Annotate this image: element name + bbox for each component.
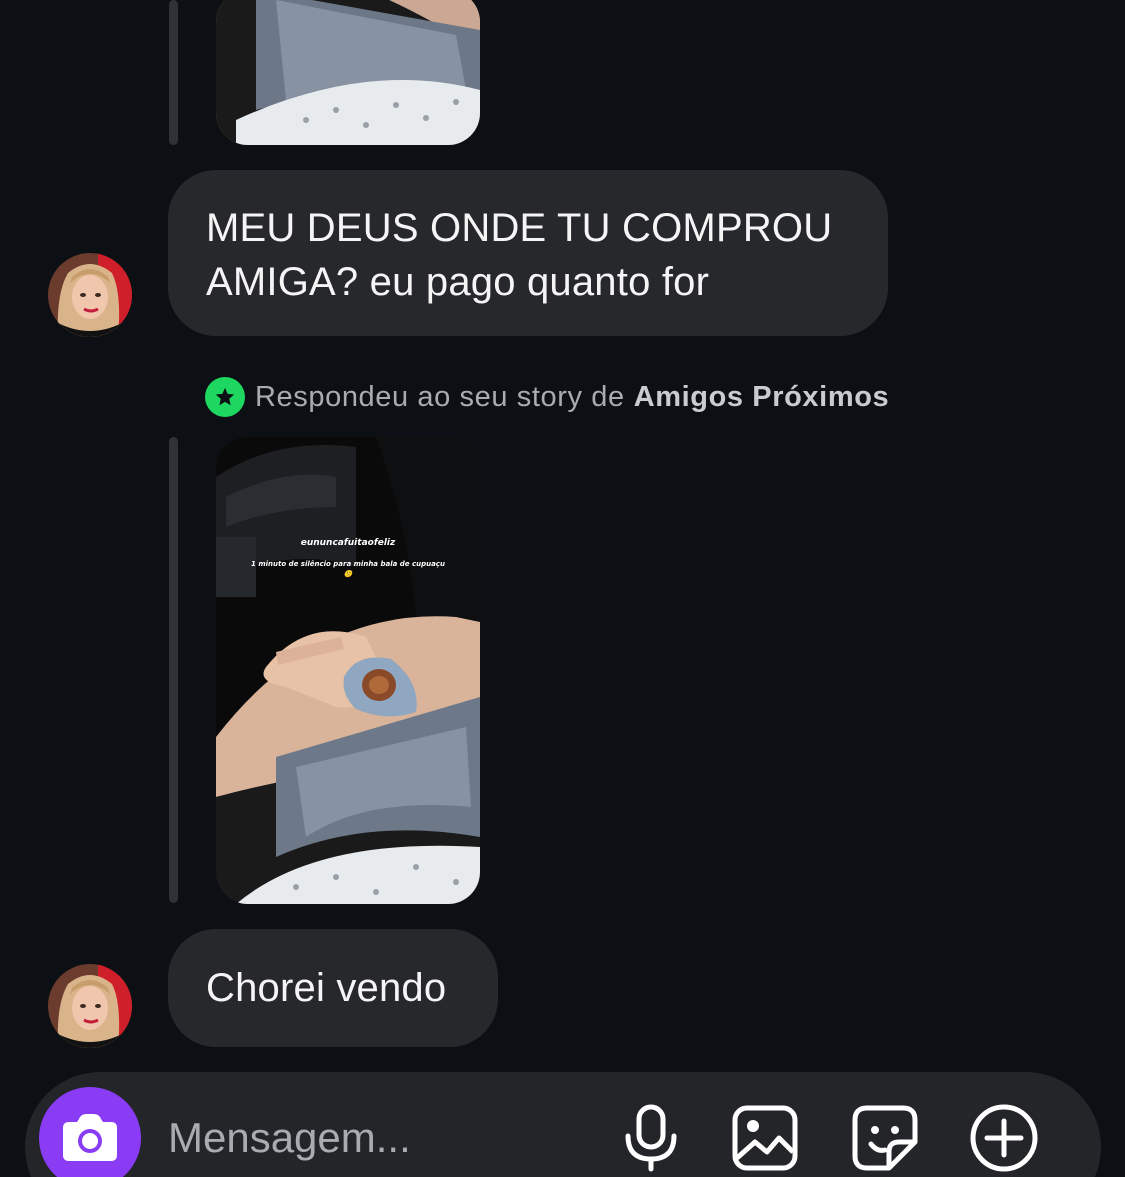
- story-reply-prefix: Respondeu ao seu story de: [255, 380, 625, 413]
- sender-avatar[interactable]: [48, 253, 132, 337]
- microphone-button[interactable]: [616, 1103, 686, 1173]
- story-thumbnail[interactable]: eununcafuitaofeliz 1 minuto de silêncio …: [216, 437, 480, 904]
- message-bubble[interactable]: Chorei vendo: [168, 929, 498, 1047]
- story-thumbnail-image: [216, 437, 480, 904]
- story-overlay-username: eununcafuitaofeliz: [300, 538, 396, 548]
- star-icon: [205, 377, 245, 417]
- dm-thread: MEU DEUS ONDE TU COMPROU AMIGA? eu pago …: [0, 0, 1125, 1177]
- gallery-button[interactable]: [730, 1103, 800, 1173]
- avatar-image: [48, 964, 132, 1048]
- story-reply-label: Respondeu ao seu story de Amigos Próximo…: [205, 377, 889, 417]
- sticker-icon: [852, 1105, 918, 1171]
- story-thumbnail[interactable]: [216, 0, 480, 145]
- avatar-image: [48, 253, 132, 337]
- message-input[interactable]: [168, 1108, 568, 1168]
- sticker-button[interactable]: [850, 1103, 920, 1173]
- story-overlay-caption: 1 minuto de silêncio para minha bala de …: [251, 560, 445, 578]
- camera-icon: [63, 1114, 117, 1161]
- sender-avatar[interactable]: [48, 964, 132, 1048]
- story-thumbnail-image: [216, 0, 480, 145]
- reply-quote-bar: [169, 437, 178, 903]
- add-button[interactable]: [969, 1103, 1039, 1173]
- close-friends-label: Amigos Próximos: [633, 380, 890, 413]
- microphone-icon: [625, 1104, 677, 1172]
- add-icon: [970, 1104, 1038, 1172]
- message-text: MEU DEUS ONDE TU COMPROU AMIGA? eu pago …: [206, 206, 833, 304]
- message-text: Chorei vendo: [206, 966, 447, 1010]
- message-bubble[interactable]: MEU DEUS ONDE TU COMPROU AMIGA? eu pago …: [168, 170, 888, 336]
- reply-quote-bar: [169, 0, 178, 145]
- gallery-icon: [732, 1105, 798, 1171]
